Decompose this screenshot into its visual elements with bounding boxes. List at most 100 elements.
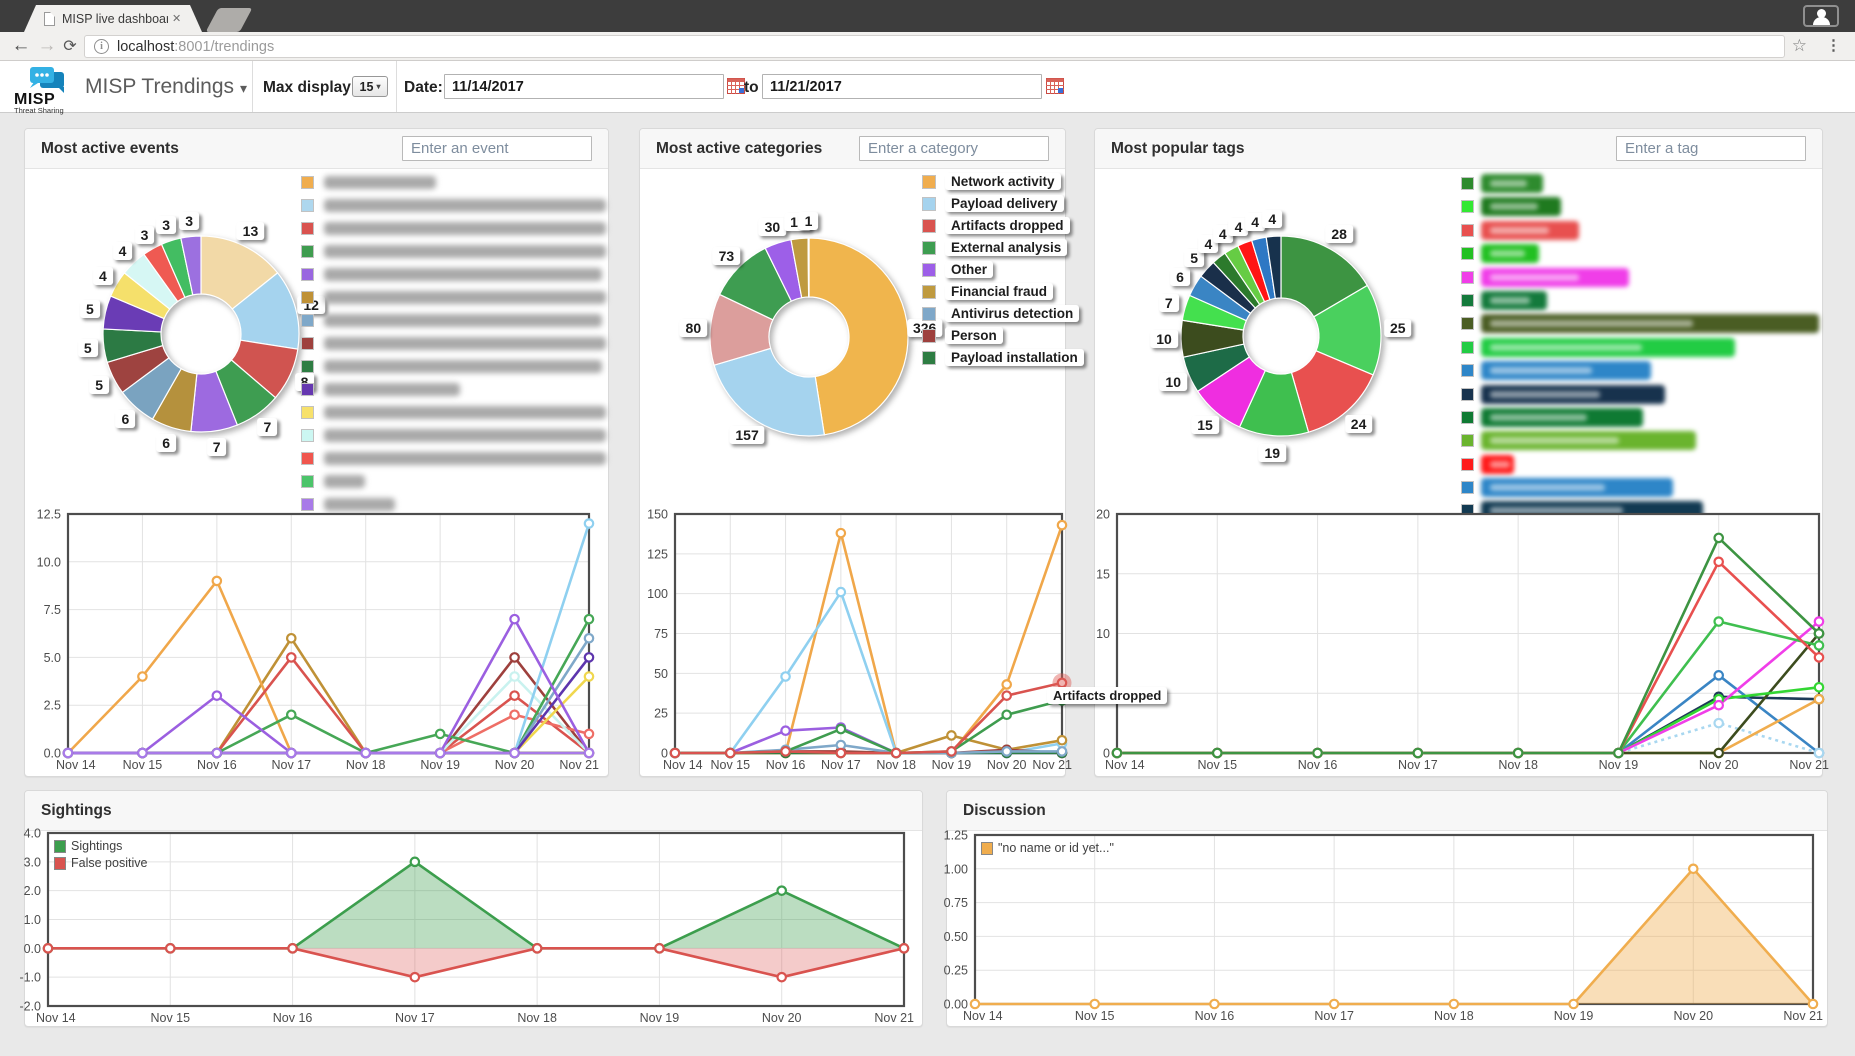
app-title-dropdown[interactable]: MISP Trendings▾ bbox=[85, 75, 247, 99]
legend-row: Network activity bbox=[922, 173, 1082, 190]
legend-label: Financial fraud bbox=[945, 283, 1053, 300]
redacted-tag-pill bbox=[1481, 314, 1819, 333]
svg-text:Nov 18: Nov 18 bbox=[1434, 1009, 1474, 1023]
chevron-down-icon: ▾ bbox=[240, 80, 247, 96]
legend-label: Payload delivery bbox=[945, 195, 1064, 212]
tab-title: MISP live dashboard bbox=[62, 12, 168, 26]
category-search-input[interactable] bbox=[859, 136, 1049, 161]
svg-text:25: 25 bbox=[654, 707, 668, 721]
legend-row bbox=[301, 337, 606, 350]
legend-swatch bbox=[301, 291, 314, 304]
svg-text:Nov 20: Nov 20 bbox=[762, 1011, 802, 1025]
event-search-input[interactable] bbox=[402, 136, 592, 161]
svg-text:0.75: 0.75 bbox=[944, 896, 968, 910]
browser-tab[interactable]: MISP live dashboard ✕ bbox=[24, 5, 202, 32]
legend-label: Payload installation bbox=[945, 349, 1084, 366]
close-icon[interactable]: ✕ bbox=[172, 12, 181, 25]
legend-row: "no name or id yet..." bbox=[981, 841, 1114, 855]
svg-text:Nov 21: Nov 21 bbox=[559, 758, 599, 772]
slice-value-label: 3 bbox=[135, 226, 155, 244]
redacted-label bbox=[324, 452, 606, 465]
date-from-input[interactable] bbox=[444, 74, 724, 99]
svg-text:Nov 16: Nov 16 bbox=[273, 1011, 313, 1025]
bookmark-star-icon[interactable]: ☆ bbox=[1792, 36, 1807, 56]
discussion-area-chart[interactable]: 0.000.250.500.751.001.25Nov 14Nov 15Nov … bbox=[947, 825, 1825, 1021]
legend-row bbox=[301, 360, 606, 373]
legend-swatch bbox=[1461, 458, 1474, 471]
slice-value-label: 3 bbox=[156, 216, 176, 234]
svg-text:-1.0: -1.0 bbox=[19, 971, 41, 985]
menu-kebab-icon[interactable]: ⋮ bbox=[1826, 36, 1841, 54]
legend-swatch bbox=[301, 360, 314, 373]
logo-bubbles-icon bbox=[28, 67, 68, 93]
svg-text:Nov 17: Nov 17 bbox=[271, 758, 311, 772]
svg-text:1.00: 1.00 bbox=[944, 862, 968, 876]
legend-swatch bbox=[301, 429, 314, 442]
legend-row bbox=[1461, 361, 1821, 380]
max-display-select[interactable]: 15 ▾ bbox=[352, 76, 388, 97]
events-line-chart[interactable]: 0.02.55.07.510.012.5Nov 14Nov 15Nov 16No… bbox=[34, 506, 599, 771]
legend-row: Antivirus detection bbox=[922, 305, 1082, 322]
slice-value-label: 157 bbox=[729, 426, 764, 444]
svg-text:20: 20 bbox=[1096, 508, 1110, 522]
slice-value-label: 5 bbox=[80, 300, 100, 318]
slice-value-label: 13 bbox=[237, 222, 265, 240]
tag-search-input[interactable] bbox=[1616, 136, 1806, 161]
legend-swatch bbox=[301, 337, 314, 350]
chart-legend: "no name or id yet..." bbox=[981, 841, 1114, 858]
calendar-icon[interactable] bbox=[727, 78, 745, 94]
legend-row bbox=[1461, 338, 1821, 357]
tags-line-chart[interactable]: 05101520Nov 14Nov 15Nov 16Nov 17Nov 18No… bbox=[1095, 506, 1828, 771]
tags-donut-chart[interactable]: 2825241915101076544444 bbox=[1095, 169, 1475, 514]
legend-row bbox=[1461, 221, 1821, 240]
slice-value-label: 10 bbox=[1150, 330, 1178, 348]
url-bar[interactable]: i localhost:8001/trendings bbox=[84, 35, 1785, 58]
svg-text:7.5: 7.5 bbox=[44, 603, 61, 617]
legend-row bbox=[301, 475, 606, 488]
slice-value-label: 28 bbox=[1325, 225, 1353, 243]
svg-text:1.25: 1.25 bbox=[944, 829, 968, 843]
tags-legend bbox=[1461, 174, 1821, 525]
reload-icon[interactable]: ⟳ bbox=[58, 32, 82, 60]
legend-swatch bbox=[1461, 247, 1474, 260]
svg-text:Nov 15: Nov 15 bbox=[1197, 758, 1237, 772]
forward-icon[interactable]: → bbox=[34, 32, 60, 60]
events-legend bbox=[301, 176, 606, 521]
slice-value-label: 6 bbox=[1170, 268, 1190, 286]
slice-value-label: 19 bbox=[1259, 444, 1287, 462]
slice-value-label: 4 bbox=[93, 267, 113, 285]
svg-text:Nov 14: Nov 14 bbox=[663, 758, 703, 772]
svg-text:Nov 14: Nov 14 bbox=[36, 1011, 76, 1025]
calendar-icon[interactable] bbox=[1046, 78, 1064, 94]
legend-row: Artifacts dropped bbox=[922, 217, 1082, 234]
legend-row bbox=[301, 268, 606, 281]
info-icon[interactable]: i bbox=[94, 39, 109, 54]
max-display-value: 15 bbox=[360, 80, 374, 94]
legend-swatch bbox=[301, 406, 314, 419]
legend-swatch bbox=[1461, 364, 1474, 377]
svg-text:Nov 17: Nov 17 bbox=[1314, 1009, 1354, 1023]
profile-avatar-button[interactable] bbox=[1803, 5, 1839, 27]
legend-row bbox=[301, 314, 606, 327]
new-tab-button[interactable] bbox=[206, 8, 253, 32]
legend-swatch bbox=[1461, 224, 1474, 237]
legend-swatch bbox=[922, 263, 936, 277]
legend-label: Person bbox=[945, 327, 1003, 344]
legend-row: Financial fraud bbox=[922, 283, 1082, 300]
panel-most-active-events: Most active events 13128776655544333 0.0… bbox=[24, 128, 609, 777]
redacted-label bbox=[324, 268, 602, 281]
back-icon[interactable]: ← bbox=[8, 32, 34, 60]
legend-row bbox=[1461, 244, 1821, 263]
redacted-tag-pill bbox=[1481, 221, 1579, 240]
categories-line-chart[interactable]: 0255075100125150Nov 14Nov 15Nov 16Nov 17… bbox=[641, 506, 1071, 771]
chart-tooltip: Artifacts dropped bbox=[1047, 687, 1167, 704]
sightings-area-chart[interactable]: -2.0-1.00.01.02.03.04.0Nov 14Nov 15Nov 1… bbox=[25, 825, 915, 1021]
redacted-tag-pill bbox=[1481, 385, 1665, 404]
svg-text:Nov 14: Nov 14 bbox=[963, 1009, 1003, 1023]
url-path: :8001/trendings bbox=[174, 39, 274, 55]
legend-swatch bbox=[1461, 317, 1474, 330]
date-to-input[interactable] bbox=[762, 74, 1042, 99]
legend-row bbox=[301, 383, 606, 396]
legend-row bbox=[301, 245, 606, 258]
svg-text:Nov 18: Nov 18 bbox=[346, 758, 386, 772]
